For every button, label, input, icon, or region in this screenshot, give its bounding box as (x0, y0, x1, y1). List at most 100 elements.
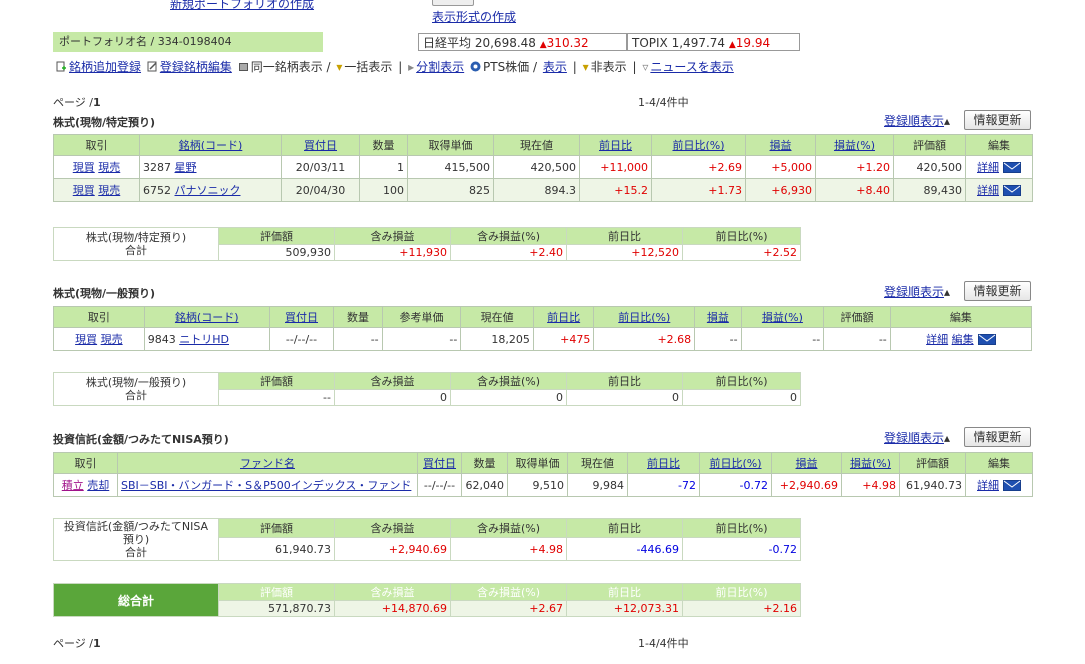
stock-code: 9843 (147, 333, 176, 346)
day-change: +475 (532, 327, 595, 351)
header-pl[interactable]: 損益 (771, 452, 842, 474)
header-stock[interactable]: 銘柄(コード) (139, 134, 282, 156)
create-format-link[interactable]: 表示形式の作成 (432, 8, 516, 25)
pts-icon (470, 61, 481, 72)
chevron-down-icon: ▾ (336, 60, 343, 74)
stock-code: 3287 (143, 161, 171, 174)
header-fund[interactable]: ファンド名 (117, 452, 418, 474)
table-row: 現買 現売 6752 パナソニック 20/04/30 100 825 894.3… (53, 178, 1033, 202)
profit-loss: +6,930 (745, 178, 816, 202)
edit-stocks-link[interactable]: 登録銘柄編集 (160, 60, 232, 74)
detail-link[interactable]: 詳細 (977, 479, 999, 492)
buy-link[interactable]: 現買 (73, 161, 95, 174)
buy-link[interactable]: 現買 (75, 333, 97, 346)
edit-link[interactable]: 編集 (952, 333, 974, 346)
quantity: 1 (359, 155, 408, 179)
refresh-button[interactable]: 情報更新 (964, 281, 1031, 301)
top-button[interactable] (432, 0, 474, 6)
fund-name-link[interactable]: SBI－SBI・バンガード・S＆P500インデックス・ファンド (121, 479, 411, 492)
table-row: 積立 売却 SBI－SBI・バンガード・S＆P500インデックス・ファンド --… (53, 473, 1033, 497)
header-pl[interactable]: 損益 (694, 306, 742, 328)
result-count: 1-4/4件中 (638, 96, 689, 109)
order-display-control[interactable]: 登録順表示▴ (884, 283, 950, 300)
header-change[interactable]: 前日比 (579, 134, 652, 156)
stock-name-link[interactable]: ニトリHD (179, 333, 229, 346)
portfolio-name-bar: ポートフォリオ名 / 334-0198404 (53, 32, 323, 52)
split-display-link[interactable]: 分割表示 (416, 60, 464, 74)
order-display-link[interactable]: 登録順表示 (884, 285, 944, 299)
mail-icon[interactable] (1003, 185, 1021, 196)
day-change-pct: +2.68 (593, 327, 696, 351)
nikkei-change: 310.32 (546, 36, 589, 50)
page-indicator: ページ /1 (53, 635, 101, 651)
refresh-button[interactable]: 情報更新 (964, 427, 1031, 447)
mail-icon[interactable] (1003, 162, 1021, 173)
stock-name-link[interactable]: 星野 (175, 161, 197, 174)
hide-label: 非表示 (590, 60, 627, 74)
sell-link[interactable]: 現売 (101, 333, 123, 346)
cost-price: 415,500 (407, 155, 494, 179)
topix-value: 1,497.74 (671, 36, 726, 50)
header-edit: 編集 (965, 452, 1033, 474)
summary-day-change: 0 (566, 389, 683, 406)
header-qty: 数量 (333, 306, 383, 328)
valuation: 89,430 (893, 178, 966, 202)
up-triangle-icon: ▲ (728, 40, 736, 50)
summary-unrealized-pl: 0 (334, 389, 451, 406)
grand-unrealized-pl-pct: +2.67 (450, 600, 567, 617)
header-change-pct[interactable]: 前日比(%) (651, 134, 746, 156)
header-trade: 取引 (53, 452, 118, 474)
sell-link[interactable]: 売却 (87, 479, 109, 492)
separator: | (632, 60, 637, 74)
sell-link[interactable]: 現売 (98, 161, 120, 174)
refresh-button[interactable]: 情報更新 (964, 110, 1031, 130)
header-pl-pct[interactable]: 損益(%) (815, 134, 894, 156)
result-count: 1-4/4件中 (638, 637, 689, 650)
show-news-link[interactable]: ニュースを表示 (650, 60, 733, 74)
header-change[interactable]: 前日比 (627, 452, 700, 474)
section-title-tokutei: 株式(現物/特定預り) (53, 116, 156, 129)
mail-icon[interactable] (1003, 480, 1021, 491)
summary-valuation: -- (218, 389, 335, 406)
header-change-pct[interactable]: 前日比(%) (593, 306, 696, 328)
grand-header: 評価額 (218, 583, 335, 601)
order-display-control[interactable]: 登録順表示▴ (884, 112, 950, 129)
detail-link[interactable]: 詳細 (926, 333, 948, 346)
header-date[interactable]: 買付日 (417, 452, 462, 474)
grand-header: 含み損益 (334, 583, 451, 601)
header-change[interactable]: 前日比 (532, 306, 595, 328)
header-change-pct[interactable]: 前日比(%) (699, 452, 772, 474)
header-stock[interactable]: 銘柄(コード) (143, 306, 270, 328)
page-indicator: ページ /1 (53, 94, 101, 110)
detail-link[interactable]: 詳細 (977, 161, 999, 174)
pts-show-link[interactable]: 表示 (543, 60, 567, 74)
order-display-link[interactable]: 登録順表示 (884, 431, 944, 445)
detail-link[interactable]: 詳細 (977, 184, 999, 197)
summary-header: 前日比 (566, 372, 683, 390)
header-date[interactable]: 買付日 (268, 306, 335, 328)
order-display-link[interactable]: 登録順表示 (884, 114, 944, 128)
header-trade: 取引 (53, 306, 145, 328)
separator: | (572, 60, 577, 74)
sell-link[interactable]: 現売 (98, 184, 120, 197)
order-display-control[interactable]: 登録順表示▴ (884, 429, 950, 446)
profit-loss-pct: +4.98 (841, 473, 900, 497)
add-stock-link[interactable]: 銘柄追加登録 (69, 60, 141, 74)
accumulate-link[interactable]: 積立 (62, 479, 84, 492)
header-pl-pct[interactable]: 損益(%) (841, 452, 900, 474)
header-pl-pct[interactable]: 損益(%) (740, 306, 825, 328)
grand-total-table: 総合計 評価額 含み損益 含み損益(%) 前日比 前日比(%) 571,870.… (53, 583, 801, 617)
summary-header: 前日比(%) (682, 227, 801, 245)
summary-table-tokutei: 株式(現物/特定預り) 合計 評価額 含み損益 含み損益(%) 前日比 前日比(%… (53, 227, 801, 261)
grand-day-change-pct: +2.16 (682, 600, 801, 617)
buy-link[interactable]: 現買 (73, 184, 95, 197)
mail-icon[interactable] (977, 334, 996, 345)
header-pl[interactable]: 損益 (745, 134, 816, 156)
create-portfolio-link[interactable]: 新規ポートフォリオの作成 (170, 0, 314, 12)
summary-day-change-pct: +2.52 (682, 244, 801, 261)
header-date[interactable]: 買付日 (281, 134, 360, 156)
holdings-table-tokutei: 取引 銘柄(コード) 買付日 数量 取得単価 現在値 前日比 前日比(%) 損益… (53, 134, 1033, 202)
grand-header: 前日比(%) (682, 583, 801, 601)
page-label: ページ / (53, 96, 93, 109)
stock-name-link[interactable]: パナソニック (175, 184, 241, 197)
